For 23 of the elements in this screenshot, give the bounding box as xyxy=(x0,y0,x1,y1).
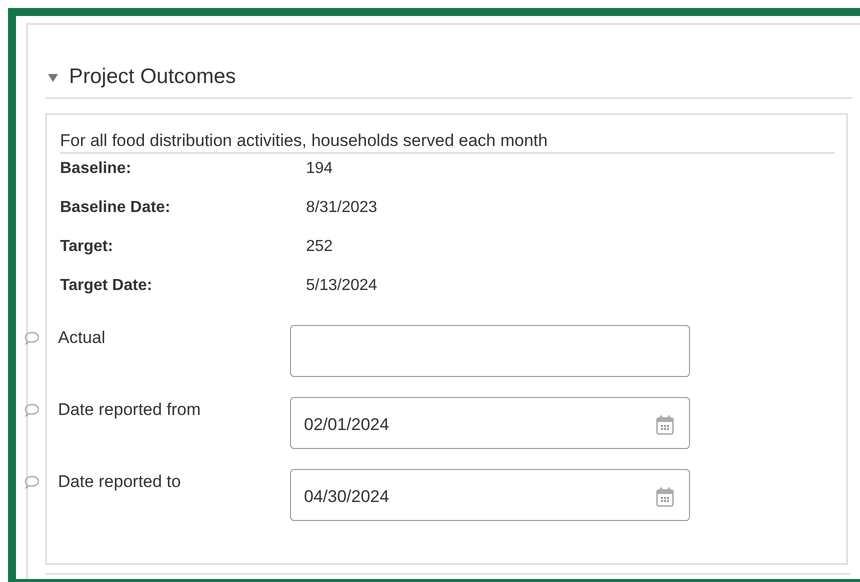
detail-value: 194 xyxy=(306,160,334,178)
calendar-icon[interactable] xyxy=(655,414,675,436)
comment-icon[interactable] xyxy=(24,331,40,345)
field-label: Date reported from xyxy=(58,400,202,420)
field-label: Date reported to xyxy=(58,472,182,492)
detail-value: 252 xyxy=(306,238,334,256)
date-field[interactable]: 04/30/2024 xyxy=(290,469,690,521)
field-label: Actual xyxy=(58,328,106,348)
section-header[interactable]: Project Outcomes xyxy=(45,65,852,99)
triangle-icon[interactable] xyxy=(47,71,59,83)
calendar-icon[interactable] xyxy=(655,486,675,508)
detail-label: Target Date: xyxy=(60,277,154,295)
detail-label: Target: xyxy=(60,238,114,256)
comment-icon[interactable] xyxy=(24,475,40,489)
detail-label: Baseline: xyxy=(60,160,132,178)
indicator-description: For all food distribution activities, households served each month xyxy=(60,131,835,154)
section-title: Project Outcomes xyxy=(69,65,236,89)
detail-value: 5/13/2024 xyxy=(306,277,378,295)
detail-label: Baseline Date: xyxy=(60,199,172,217)
detail-value: 8/31/2023 xyxy=(306,199,378,217)
input-field[interactable] xyxy=(290,325,690,377)
comment-icon[interactable] xyxy=(24,403,40,417)
date-field[interactable]: 02/01/2024 xyxy=(290,397,690,449)
